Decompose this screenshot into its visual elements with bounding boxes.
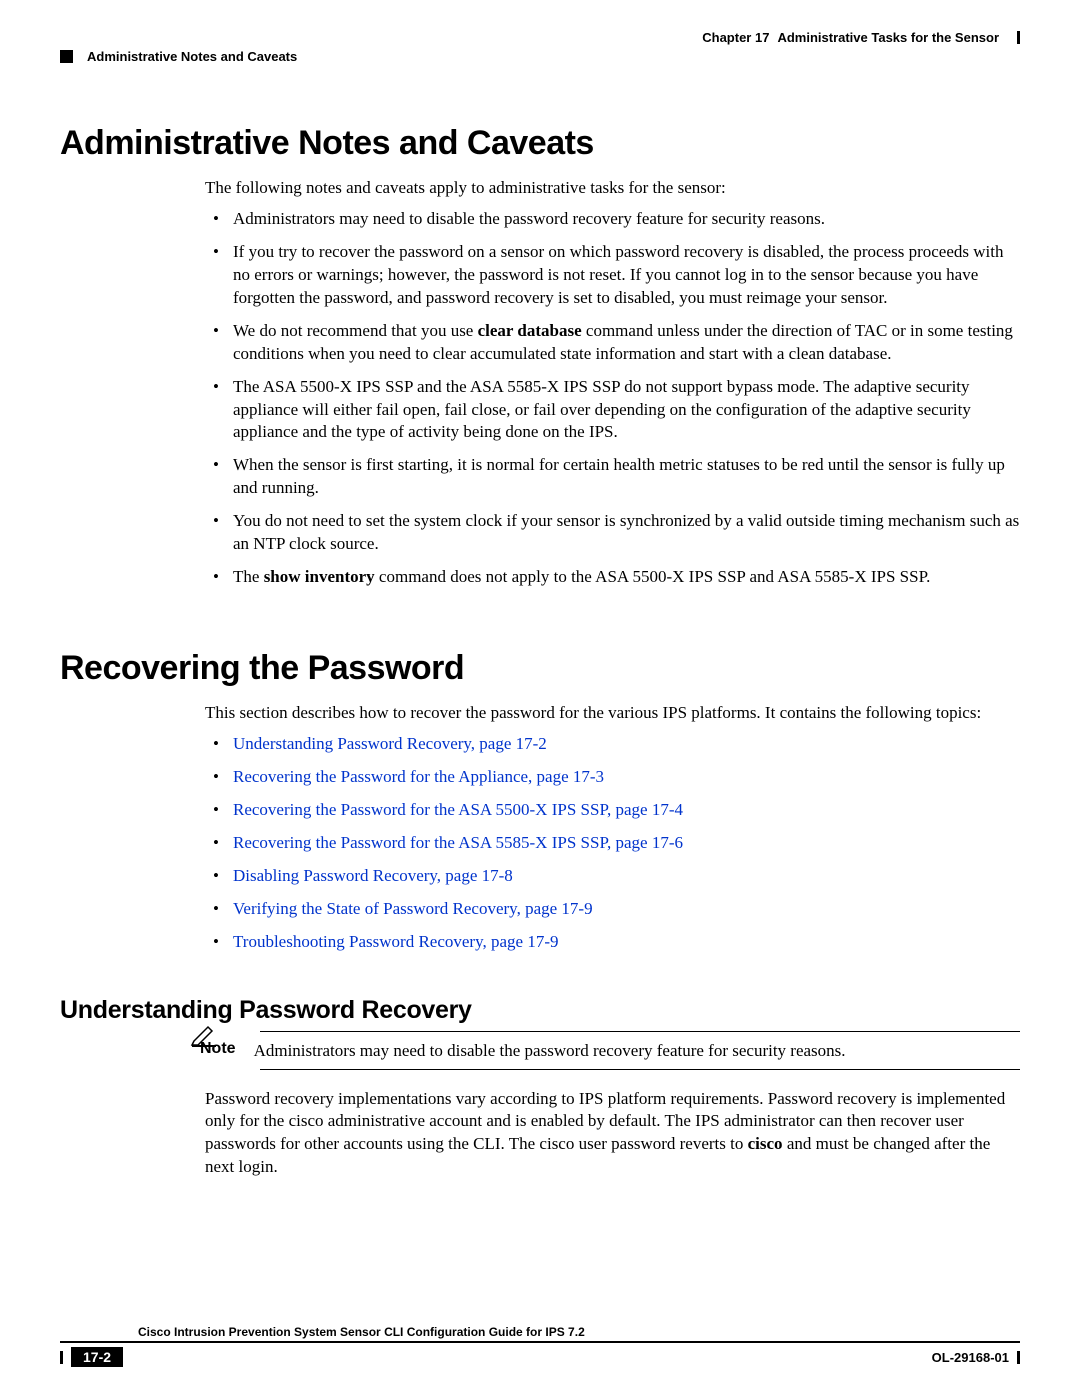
header-second-row: Administrative Notes and Caveats [60, 49, 1020, 64]
chapter-title: Administrative Tasks for the Sensor [777, 30, 999, 45]
paragraph: Password recovery implementations vary a… [205, 1088, 1020, 1180]
xref-link[interactable]: Verifying the State of Password Recovery… [233, 899, 593, 918]
list-item: Disabling Password Recovery, page 17-8 [205, 865, 1020, 888]
list-item: We do not recommend that you use clear d… [205, 320, 1020, 366]
document-page: Chapter 17 Administrative Tasks for the … [0, 0, 1080, 1397]
list-item: You do not need to set the system clock … [205, 510, 1020, 556]
note-rule [260, 1031, 1020, 1032]
list-item: Administrators may need to disable the p… [205, 208, 1020, 231]
list-item: Recovering the Password for the ASA 5585… [205, 832, 1020, 855]
list-item: Troubleshooting Password Recovery, page … [205, 931, 1020, 954]
list-item: Recovering the Password for the ASA 5500… [205, 799, 1020, 822]
section2-body: This section describes how to recover th… [205, 702, 1020, 954]
bold-term: show inventory [264, 567, 375, 586]
page-footer: Cisco Intrusion Prevention System Sensor… [60, 1325, 1020, 1367]
xref-link[interactable]: Disabling Password Recovery, page 17-8 [233, 866, 513, 885]
list-item: When the sensor is first starting, it is… [205, 454, 1020, 500]
footer-bar-icon [1017, 1351, 1020, 1364]
section1-list: Administrators may need to disable the p… [205, 208, 1020, 589]
section1-body: The following notes and caveats apply to… [205, 177, 1020, 589]
footer-bar-icon [60, 1351, 63, 1364]
doc-id: OL-29168-01 [932, 1350, 1009, 1365]
note-rule [260, 1069, 1020, 1070]
list-item: Verifying the State of Password Recovery… [205, 898, 1020, 921]
chapter-number: Chapter 17 [702, 30, 769, 45]
section1-intro: The following notes and caveats apply to… [205, 177, 1020, 200]
heading-understanding-recovery: Understanding Password Recovery [60, 996, 1020, 1025]
page-number-badge: 17-2 [71, 1347, 123, 1367]
xref-link[interactable]: Troubleshooting Password Recovery, page … [233, 932, 558, 951]
text-fragment: command does not apply to the ASA 5500-X… [375, 567, 931, 586]
list-item: Understanding Password Recovery, page 17… [205, 733, 1020, 756]
list-item: The ASA 5500-X IPS SSP and the ASA 5585-… [205, 376, 1020, 445]
note-text: Administrators may need to disable the p… [254, 1040, 846, 1063]
xref-link[interactable]: Understanding Password Recovery, page 17… [233, 734, 547, 753]
text-fragment: The [233, 567, 264, 586]
xref-link[interactable]: Recovering the Password for the Applianc… [233, 767, 604, 786]
footer-guide-title: Cisco Intrusion Prevention System Sensor… [138, 1325, 585, 1339]
section3-body: Password recovery implementations vary a… [205, 1088, 1020, 1180]
heading-admin-notes: Administrative Notes and Caveats [60, 124, 1020, 163]
note-block: Note Administrators may need to disable … [150, 1031, 1020, 1070]
header-top-row: Chapter 17 Administrative Tasks for the … [60, 30, 1020, 45]
bold-term: cisco [748, 1134, 783, 1153]
xref-link[interactable]: Recovering the Password for the ASA 5585… [233, 833, 683, 852]
section2-intro: This section describes how to recover th… [205, 702, 1020, 725]
list-item: Recovering the Password for the Applianc… [205, 766, 1020, 789]
pencil-icon [190, 1023, 220, 1052]
text-fragment: We do not recommend that you use [233, 321, 478, 340]
heading-recovering-password: Recovering the Password [60, 649, 1020, 688]
running-head: Administrative Notes and Caveats [87, 49, 297, 64]
xref-link[interactable]: Recovering the Password for the ASA 5500… [233, 800, 683, 819]
header-bar-icon [1017, 31, 1020, 44]
header-square-icon [60, 50, 73, 63]
list-item: The show inventory command does not appl… [205, 566, 1020, 589]
section2-list: Understanding Password Recovery, page 17… [205, 733, 1020, 954]
bold-term: clear database [478, 321, 582, 340]
list-item: If you try to recover the password on a … [205, 241, 1020, 310]
